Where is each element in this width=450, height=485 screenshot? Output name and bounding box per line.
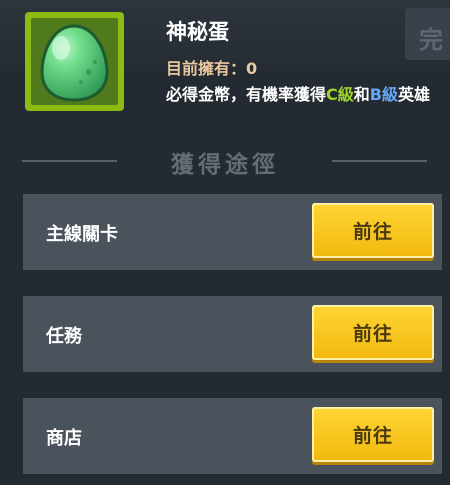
grade-c-text: C級	[326, 85, 354, 104]
source-row-missions: 任務 前往	[23, 296, 442, 372]
faded-background-button: 完	[405, 8, 450, 60]
desc-suffix: 英雄	[397, 85, 430, 104]
desc-and: 和	[353, 85, 370, 104]
section-title: 獲得途徑	[171, 152, 279, 178]
grade-b-text: B級	[369, 85, 398, 104]
owned-count-text: 目前擁有：0	[166, 55, 257, 79]
green-egg-icon	[40, 24, 109, 102]
go-button-label: 前往	[352, 425, 393, 447]
owned-label: 目前擁有：	[166, 59, 247, 78]
faded-button-label: 完	[419, 26, 443, 54]
source-label: 任務	[46, 326, 82, 347]
source-label: 主線關卡	[46, 224, 118, 245]
source-label: 商店	[46, 428, 82, 449]
item-icon-background	[31, 18, 118, 105]
go-button[interactable]: 前往	[312, 305, 434, 360]
item-description: 必得金幣，有機率獲得C級和B級英雄	[166, 83, 441, 106]
desc-prefix: 必得金幣，有機率獲得	[166, 85, 327, 104]
section-divider-right	[332, 160, 427, 162]
go-button-label: 前往	[352, 221, 393, 243]
source-row-shop: 商店 前往	[23, 398, 442, 474]
go-button[interactable]: 前往	[312, 407, 434, 462]
owned-count: 0	[246, 59, 258, 78]
go-button-label: 前往	[352, 323, 393, 345]
item-icon-frame	[25, 12, 124, 111]
go-button[interactable]: 前往	[312, 203, 434, 258]
item-title: 神秘蛋	[166, 20, 229, 44]
source-row-main-stage: 主線關卡 前往	[23, 194, 442, 270]
